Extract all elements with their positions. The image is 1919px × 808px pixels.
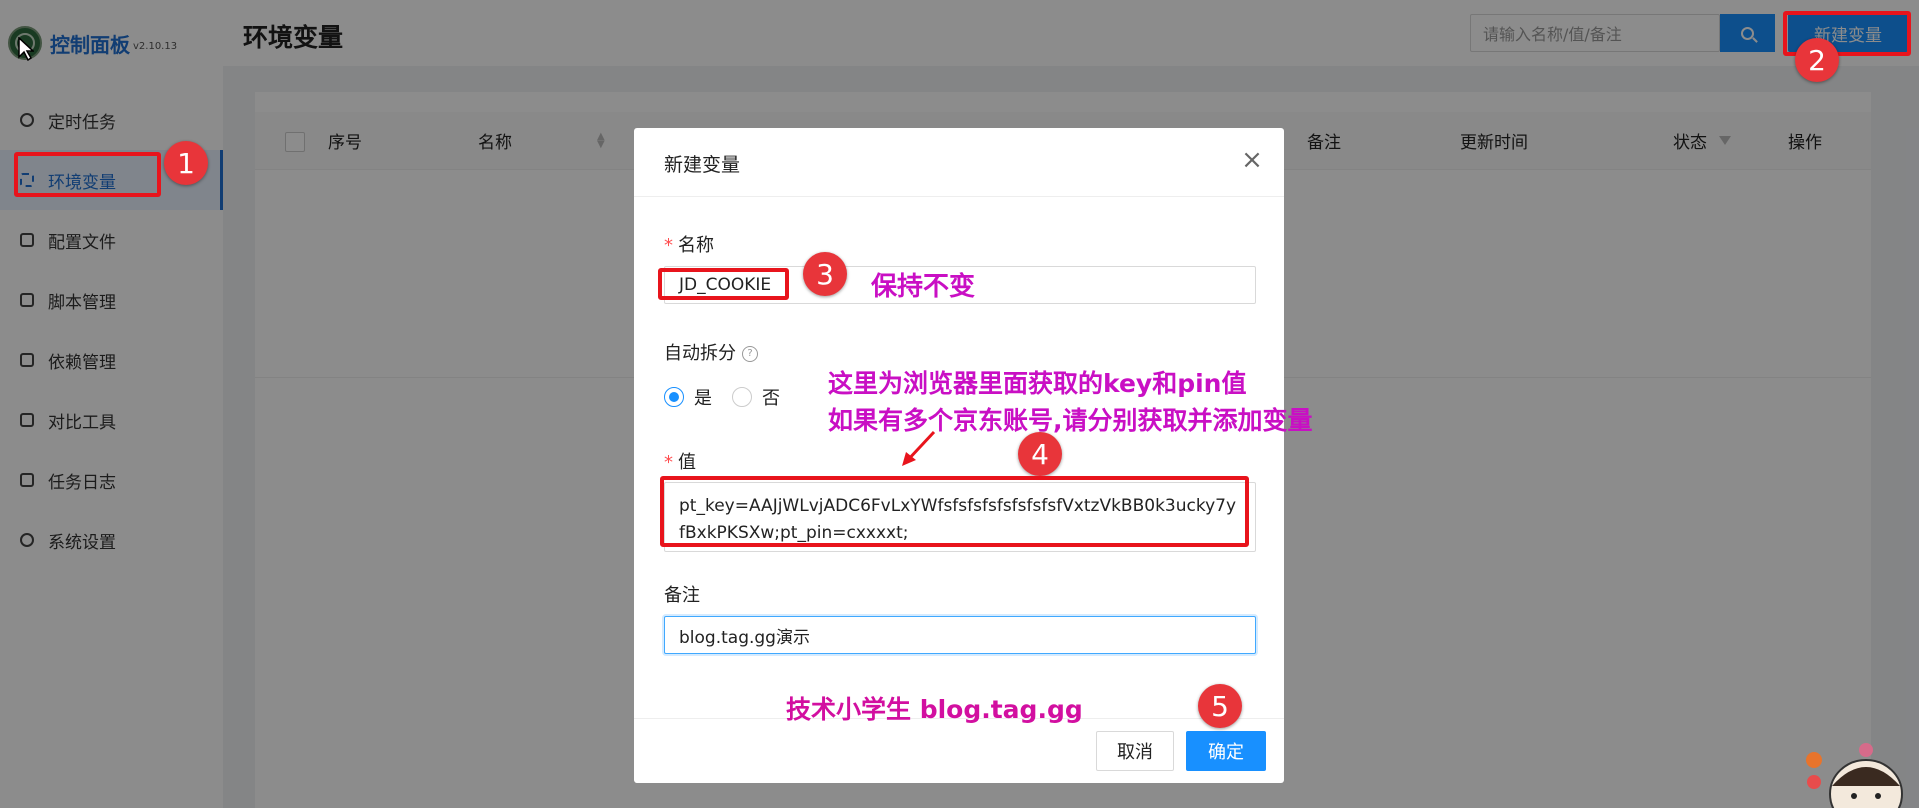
help-icon[interactable]: ? <box>742 346 758 362</box>
note-keep-unchanged: 保持不变 <box>871 272 976 302</box>
highlight-name-input <box>658 268 789 300</box>
remark-label: 备注 <box>664 585 700 606</box>
note-hint-line1: 这里为浏览器里面获取的key和pin值 <box>828 369 1247 398</box>
close-icon[interactable]: × <box>1240 147 1264 173</box>
cancel-button[interactable]: 取消 <box>1096 731 1174 771</box>
modal-title: 新建变量 <box>664 154 741 176</box>
radio-yes-label: 是 <box>694 388 712 409</box>
remark-input[interactable]: blog.tag.gg演示 <box>664 616 1256 654</box>
watermark-text: 技术小学生 blog.tag.gg <box>786 695 1083 724</box>
step-badge-1: 1 <box>164 141 208 185</box>
arrow-icon <box>902 430 936 466</box>
modal-footer: 取消 确定 <box>634 718 1284 784</box>
modal-header: 新建变量 × <box>634 128 1284 197</box>
radio-yes[interactable] <box>664 387 684 407</box>
name-label: * 名称 <box>664 235 714 256</box>
radio-no[interactable] <box>732 387 752 407</box>
mascot-icon <box>1806 743 1903 808</box>
step-badge-2: 2 <box>1795 38 1839 82</box>
auto-split-label: 自动拆分? <box>664 339 758 365</box>
cursor-icon <box>18 37 34 61</box>
radio-no-label: 否 <box>762 388 780 409</box>
value-label: * 值 <box>664 452 696 473</box>
highlight-env-menu <box>14 152 161 197</box>
confirm-button[interactable]: 确定 <box>1186 731 1266 771</box>
step-badge-4: 4 <box>1018 432 1062 476</box>
new-variable-modal: 新建变量 × * 名称 JD_COOKIE 自动拆分? 是 否 * 值 pt_key… <box>634 128 1284 783</box>
step-badge-3: 3 <box>803 252 847 296</box>
highlight-value-textarea <box>660 476 1249 547</box>
auto-split-radio-group: 是 否 <box>664 384 800 410</box>
step-badge-5: 5 <box>1198 684 1242 728</box>
